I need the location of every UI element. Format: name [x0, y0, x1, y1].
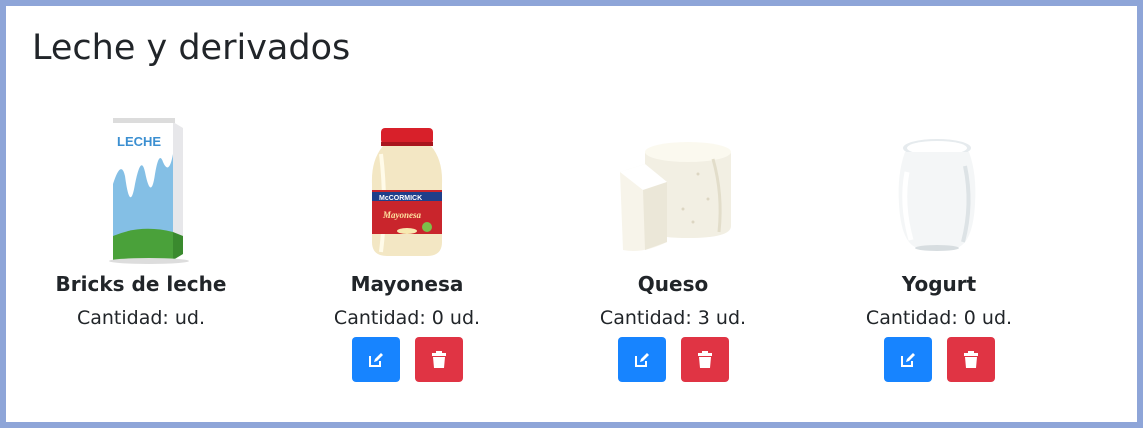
- product-image: [563, 114, 783, 264]
- svg-text:McCORMICK: McCORMICK: [379, 195, 422, 202]
- edit-icon: [634, 352, 649, 367]
- product-card: Queso Cantidad: 3 ud.: [563, 114, 783, 382]
- product-name: Bricks de leche: [55, 272, 227, 296]
- svg-text:LECHE: LECHE: [117, 134, 161, 149]
- product-name: Mayonesa: [350, 272, 464, 296]
- cheese-wheel-image: [620, 142, 731, 251]
- product-card: LECHE Bricks de leche Cantidad: ud.: [31, 114, 251, 329]
- trash-icon: [963, 350, 978, 368]
- product-quantity: Cantidad: 0 ud.: [865, 307, 1013, 329]
- edit-icon: [900, 352, 915, 367]
- product-card: McCORMICK Mayonesa Mayonesa Cantidad: 0 …: [297, 114, 517, 382]
- product-card: Yogurt Cantidad: 0 ud.: [829, 114, 1049, 382]
- delete-button[interactable]: [946, 337, 995, 382]
- product-quantity: Cantidad: ud.: [76, 307, 206, 329]
- product-image: LECHE: [31, 114, 251, 264]
- edit-button[interactable]: [617, 337, 666, 382]
- product-quantity: Cantidad: 3 ud.: [599, 307, 747, 329]
- svg-text:Mayonesa: Mayonesa: [382, 210, 421, 220]
- product-name: Queso: [637, 272, 709, 296]
- edit-button[interactable]: [883, 337, 932, 382]
- delete-button[interactable]: [680, 337, 729, 382]
- product-actions: [563, 337, 783, 382]
- product-name: Yogurt: [901, 272, 977, 296]
- product-actions: [829, 337, 1049, 382]
- milk-carton-image: LECHE: [109, 118, 189, 264]
- product-image: McCORMICK Mayonesa: [297, 114, 517, 264]
- category-title: Leche y derivados: [32, 28, 351, 68]
- product-actions: [297, 337, 517, 382]
- edit-icon: [368, 352, 383, 367]
- delete-button[interactable]: [414, 337, 463, 382]
- mayonnaise-jar-image: McCORMICK Mayonesa: [371, 128, 443, 256]
- trash-icon: [697, 350, 712, 368]
- product-quantity: Cantidad: 0 ud.: [333, 307, 481, 329]
- category-card: Leche y derivados LECHE Bricks de leche …: [0, 0, 1143, 428]
- yogurt-jar-image: [898, 139, 976, 251]
- product-image: [829, 114, 1049, 264]
- trash-icon: [431, 350, 446, 368]
- edit-button[interactable]: [351, 337, 400, 382]
